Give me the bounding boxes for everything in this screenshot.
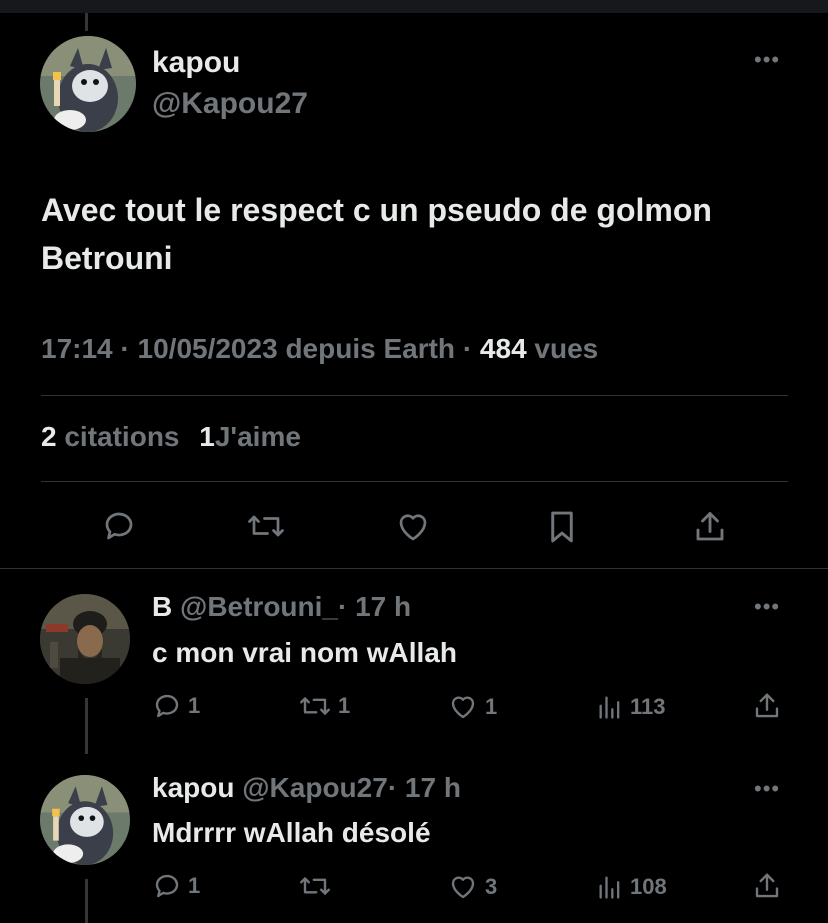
reply-text: Mdrrrr wAllah désolé bbox=[152, 817, 431, 848]
reply-time[interactable]: · 17 h bbox=[338, 591, 411, 622]
reply-icon bbox=[155, 874, 179, 898]
reply-author-name[interactable]: kapou bbox=[152, 772, 234, 803]
likes-count: 1 bbox=[199, 421, 215, 452]
share-button[interactable] bbox=[692, 508, 728, 546]
reply-author-handle[interactable]: @Betrouni_ bbox=[180, 591, 338, 622]
main-author-avatar[interactable] bbox=[40, 36, 136, 132]
tweet-date[interactable]: 10/05/2023 bbox=[138, 333, 278, 364]
reply-text: c mon vrai nom wAllah bbox=[152, 637, 457, 668]
reply-button[interactable]: 1 bbox=[152, 871, 200, 901]
more-icon[interactable]: ••• bbox=[754, 49, 780, 71]
share-button[interactable] bbox=[752, 690, 782, 722]
retweet-icon bbox=[248, 515, 284, 537]
likes-link[interactable]: 1J'aime bbox=[199, 421, 301, 452]
bookmark-button[interactable] bbox=[545, 508, 579, 546]
reply-time[interactable]: · 17 h bbox=[388, 772, 461, 803]
share-icon bbox=[755, 873, 779, 898]
reply-icon bbox=[155, 694, 179, 718]
divider bbox=[0, 568, 828, 569]
quotes-link[interactable]: 2 citations bbox=[41, 421, 180, 452]
like-button[interactable]: 3 bbox=[447, 872, 497, 902]
reply-button[interactable] bbox=[101, 508, 137, 544]
like-icon bbox=[451, 876, 475, 899]
tweet-time[interactable]: 17:14 bbox=[41, 333, 113, 364]
thread-line bbox=[85, 879, 88, 923]
thread-line bbox=[85, 698, 88, 754]
views-label: vues bbox=[534, 333, 599, 364]
like-count: 1 bbox=[485, 694, 498, 719]
share-icon bbox=[696, 512, 724, 541]
like-button[interactable] bbox=[394, 509, 432, 545]
like-icon bbox=[451, 696, 475, 719]
reply-author-name[interactable]: B bbox=[152, 591, 172, 622]
share-button[interactable] bbox=[752, 870, 782, 902]
quotes-count: 2 bbox=[41, 421, 57, 452]
reply-count: 1 bbox=[188, 693, 201, 718]
engagement-stats: 2 citations 1J'aime bbox=[41, 421, 301, 453]
meta-separator: · bbox=[120, 333, 130, 364]
main-author-name[interactable]: kapou bbox=[152, 46, 240, 80]
views-button[interactable]: 113 bbox=[596, 692, 666, 722]
like-icon bbox=[399, 514, 427, 541]
like-button[interactable]: 1 bbox=[447, 692, 497, 722]
reply-header: kapou @Kapou27· 17 h bbox=[152, 772, 461, 804]
reply-button[interactable]: 1 bbox=[152, 691, 200, 721]
thread-line-top bbox=[85, 13, 88, 31]
quotes-label: citations bbox=[64, 421, 180, 452]
like-count: 3 bbox=[485, 874, 498, 899]
bookmark-icon bbox=[551, 511, 573, 543]
tweet-metadata: 17:14 · 10/05/2023 depuis Earth · 484 vu… bbox=[41, 333, 598, 365]
divider bbox=[41, 481, 788, 482]
reply-header: B @Betrouni_· 17 h bbox=[152, 591, 411, 623]
view-count: 108 bbox=[630, 874, 667, 899]
retweet-icon bbox=[300, 697, 330, 715]
tweet-source: depuis Earth bbox=[285, 333, 456, 364]
more-icon[interactable]: ••• bbox=[754, 778, 780, 800]
retweet-button[interactable] bbox=[298, 871, 338, 901]
reply-author-avatar[interactable] bbox=[40, 775, 130, 865]
reply-author-handle[interactable]: @Kapou27 bbox=[242, 772, 388, 803]
retweet-icon bbox=[300, 877, 330, 895]
reply-author-avatar[interactable] bbox=[40, 594, 130, 684]
divider bbox=[41, 395, 788, 396]
retweet-button[interactable] bbox=[246, 508, 286, 544]
views-count: 484 bbox=[479, 333, 527, 364]
share-icon bbox=[755, 693, 779, 718]
main-tweet-text: Avec tout le respect c un pseudo de golm… bbox=[41, 192, 712, 276]
reply-icon bbox=[105, 512, 133, 540]
retweet-button[interactable]: 1 bbox=[298, 691, 350, 721]
views-icon bbox=[599, 876, 620, 899]
more-icon[interactable]: ••• bbox=[754, 596, 780, 618]
likes-label: J'aime bbox=[214, 421, 301, 452]
views-icon bbox=[599, 696, 620, 719]
view-count: 113 bbox=[630, 694, 666, 719]
main-author-handle[interactable]: @Kapou27 bbox=[152, 87, 308, 121]
reply-count: 1 bbox=[188, 873, 201, 898]
views-button[interactable]: 108 bbox=[596, 872, 667, 902]
retweet-count: 1 bbox=[338, 693, 351, 718]
top-status-strip bbox=[0, 0, 828, 13]
meta-separator: · bbox=[462, 333, 473, 364]
